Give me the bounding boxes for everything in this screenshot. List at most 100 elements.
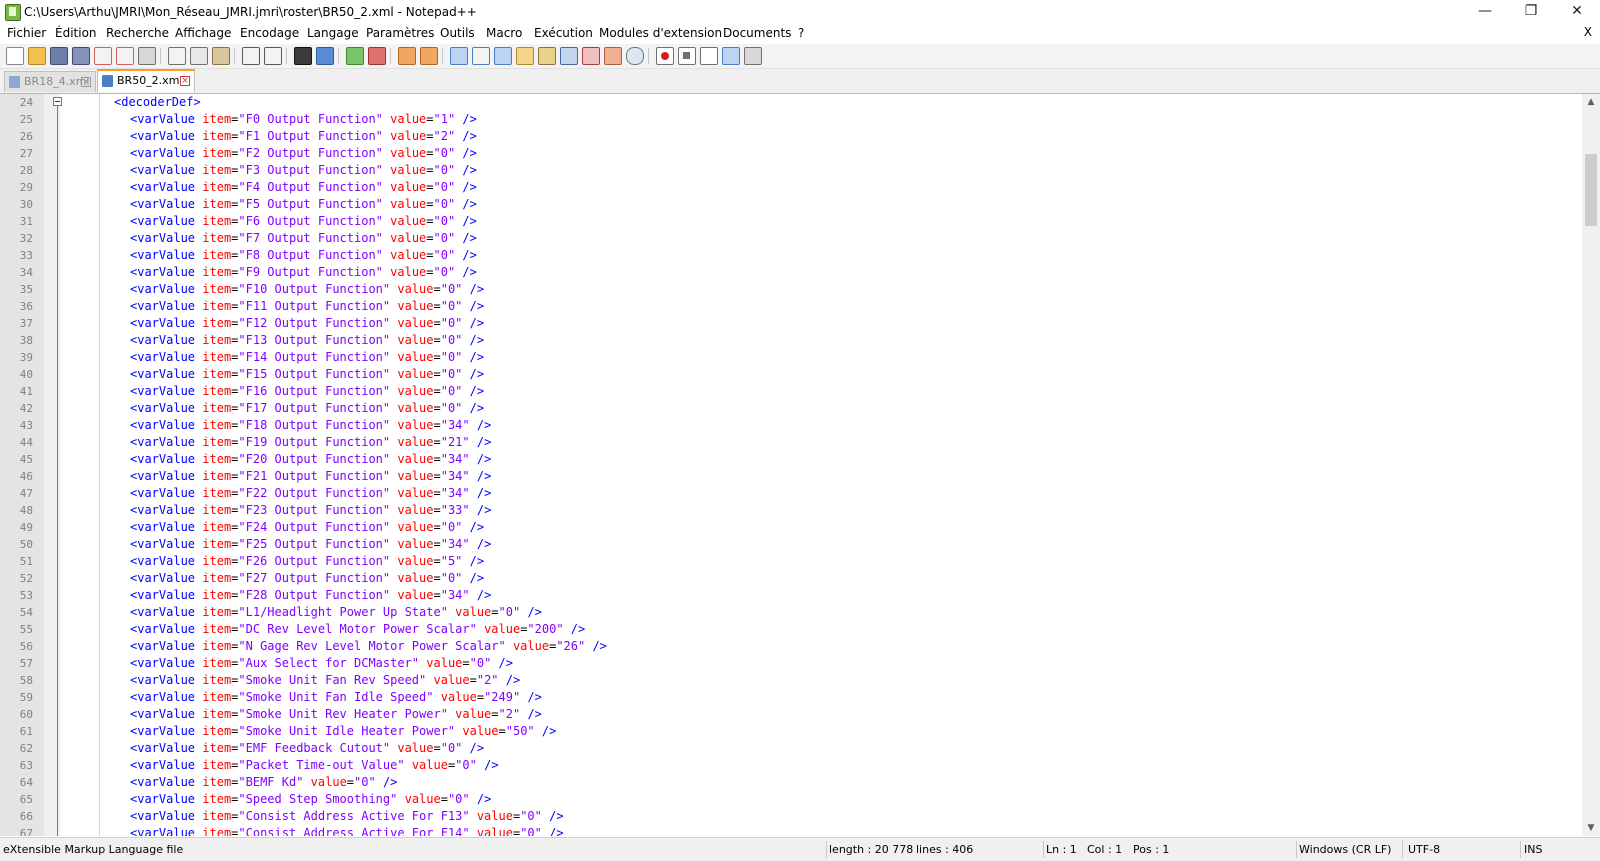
code-line[interactable]: 38 <varValue item = "F13 Output Function" v… [0, 332, 1582, 349]
print-icon[interactable] [138, 47, 156, 65]
find-icon[interactable] [294, 47, 312, 65]
close-window-button[interactable]: ✕ [1554, 0, 1600, 24]
code-line[interactable]: 54 <varValue item = "L1/Headlight Power Up … [0, 604, 1582, 621]
code-line[interactable]: 39 <varValue item = "F14 Output Function" v… [0, 349, 1582, 366]
code-line[interactable]: 53 <varValue item = "F28 Output Function" v… [0, 587, 1582, 604]
restore-button[interactable]: ❐ [1508, 0, 1554, 24]
code-line[interactable]: 42 <varValue item = "F17 Output Function" v… [0, 400, 1582, 417]
zoom-out-icon[interactable] [368, 47, 386, 65]
code-line[interactable]: 24 <decoderDef> [0, 94, 1582, 111]
code-line[interactable]: 28 <varValue item = "F3 Output Function" va… [0, 162, 1582, 179]
menu-fichier[interactable]: Fichier [7, 25, 46, 41]
sync-vertical-icon[interactable] [398, 47, 416, 65]
code-line[interactable]: 62 <varValue item = "EMF Feedback Cutout" v… [0, 740, 1582, 757]
user-language-icon[interactable] [516, 47, 534, 65]
tab-br18-4[interactable]: BR18_4.xml × [4, 71, 96, 92]
code-line[interactable]: 64 <varValue item="BEMF Kd" value="0" /> [0, 774, 1582, 791]
sync-horizontal-icon[interactable] [420, 47, 438, 65]
code-line[interactable]: 31 <varValue item = "F6 Output Function" va… [0, 213, 1582, 230]
code-line[interactable]: 60 <varValue item = "Smoke Unit Rev Heater … [0, 706, 1582, 723]
save-macro-icon[interactable] [744, 47, 762, 65]
zoom-in-icon[interactable] [346, 47, 364, 65]
code-editor[interactable]: 24 <decoderDef> 25 <varValue item = "F0 Outpu… [0, 94, 1600, 836]
code-line[interactable]: 45 <varValue item = "F20 Output Function" v… [0, 451, 1582, 468]
code-line[interactable]: 27 <varValue item = "F2 Output Function" va… [0, 145, 1582, 162]
code-line[interactable]: 67 <varValue item="Consist Address Active… [0, 825, 1582, 836]
code-line[interactable]: 32 <varValue item = "F7 Output Function" va… [0, 230, 1582, 247]
cut-icon[interactable] [168, 47, 186, 65]
code-line[interactable]: 63 <varValue item="Packet Time-out Value"… [0, 757, 1582, 774]
code-line[interactable]: 49 <varValue item = "F24 Output Function" v… [0, 519, 1582, 536]
redo-icon[interactable] [264, 47, 282, 65]
code-line[interactable]: 44 <varValue item = "F19 Output Function" v… [0, 434, 1582, 451]
show-all-chars-icon[interactable] [472, 47, 490, 65]
scroll-thumb[interactable] [1585, 154, 1597, 226]
record-macro-icon[interactable] [656, 47, 674, 65]
menu-help[interactable]: ? [798, 25, 804, 41]
menu-macro[interactable]: Macro [486, 25, 522, 41]
close-document-button[interactable]: X [1584, 25, 1592, 39]
minimize-button[interactable]: — [1462, 0, 1508, 24]
copy-icon[interactable] [190, 47, 208, 65]
menu-documents[interactable]: Documents [723, 25, 791, 41]
code-line[interactable]: 57 <varValue item = "Aux Select for DCMaste… [0, 655, 1582, 672]
code-line[interactable]: 52 <varValue item = "F27 Output Function" v… [0, 570, 1582, 587]
code-line[interactable]: 43 <varValue item = "F18 Output Function" v… [0, 417, 1582, 434]
run-macro-multiple-icon[interactable] [722, 47, 740, 65]
code-line[interactable]: 58 <varValue item = "Smoke Unit Fan Rev Spe… [0, 672, 1582, 689]
code-line[interactable]: 59 <varValue item = "Smoke Unit Fan Idle Sp… [0, 689, 1582, 706]
code-line[interactable]: 37 <varValue item = "F12 Output Function" v… [0, 315, 1582, 332]
menu-execution[interactable]: Exécution [534, 25, 593, 41]
tab-close-icon[interactable]: × [180, 76, 190, 86]
menu-modules[interactable]: Modules d'extension [599, 25, 722, 41]
menu-recherche[interactable]: Recherche [106, 25, 169, 41]
menu-langage[interactable]: Langage [307, 25, 359, 41]
tab-close-icon[interactable]: × [81, 77, 91, 87]
code-line[interactable]: 40 <varValue item = "F15 Output Function" v… [0, 366, 1582, 383]
indent-guide-icon[interactable] [494, 47, 512, 65]
stop-macro-icon[interactable] [678, 47, 696, 65]
code-line[interactable]: 33 <varValue item = "F8 Output Function" va… [0, 247, 1582, 264]
code-line[interactable]: 51 <varValue item = "F26 Output Function" v… [0, 553, 1582, 570]
menu-encodage[interactable]: Encodage [240, 25, 299, 41]
vertical-scrollbar[interactable]: ▲ ▼ [1582, 94, 1600, 836]
document-map-icon[interactable] [538, 47, 556, 65]
save-icon[interactable] [50, 47, 68, 65]
code-line[interactable]: 29 <varValue item = "F4 Output Function" va… [0, 179, 1582, 196]
code-line[interactable]: 41 <varValue item = "F16 Output Function" v… [0, 383, 1582, 400]
new-file-icon[interactable] [6, 47, 24, 65]
close-icon[interactable] [94, 47, 112, 65]
scroll-up-icon[interactable]: ▲ [1582, 94, 1600, 110]
play-macro-icon[interactable] [700, 47, 718, 65]
folder-workspace-icon[interactable] [582, 47, 600, 65]
menu-edition[interactable]: Édition [55, 25, 97, 41]
code-line[interactable]: 48 <varValue item = "F23 Output Function" v… [0, 502, 1582, 519]
code-line[interactable]: 36 <varValue item = "F11 Output Function" v… [0, 298, 1582, 315]
replace-icon[interactable] [316, 47, 334, 65]
code-line[interactable]: 35 <varValue item = "F10 Output Function" v… [0, 281, 1582, 298]
close-all-icon[interactable] [116, 47, 134, 65]
undo-icon[interactable] [242, 47, 260, 65]
save-all-icon[interactable] [72, 47, 90, 65]
code-line[interactable]: 55 <varValue item="DC Rev Level Motor Pow… [0, 621, 1582, 638]
scroll-down-icon[interactable]: ▼ [1582, 820, 1600, 836]
paste-icon[interactable] [212, 47, 230, 65]
eye-icon[interactable] [626, 47, 644, 65]
monitoring-icon[interactable] [604, 47, 622, 65]
code-line[interactable]: 26 <varValue item = "F1 Output Function" va… [0, 128, 1582, 145]
code-line[interactable]: 66 <varValue item="Consist Address Active… [0, 808, 1582, 825]
code-line[interactable]: 65 <varValue item = "Speed Step Smoothing" … [0, 791, 1582, 808]
tab-br50-2[interactable]: BR50_2.xml × [97, 69, 195, 92]
code-line[interactable]: 25 <varValue item = "F0 Output Function" va… [0, 111, 1582, 128]
open-file-icon[interactable] [28, 47, 46, 65]
menu-affichage[interactable]: Affichage [175, 25, 231, 41]
code-line[interactable]: 56 <varValue item="N Gage Rev Level Motor… [0, 638, 1582, 655]
code-line[interactable]: 47 <varValue item = "F22 Output Function" v… [0, 485, 1582, 502]
code-line[interactable]: 50 <varValue item = "F25 Output Function" v… [0, 536, 1582, 553]
function-list-icon[interactable] [560, 47, 578, 65]
word-wrap-icon[interactable] [450, 47, 468, 65]
code-line[interactable]: 46 <varValue item = "F21 Output Function" v… [0, 468, 1582, 485]
menu-outils[interactable]: Outils [440, 25, 475, 41]
menu-parametres[interactable]: Paramètres [366, 25, 434, 41]
code-line[interactable]: 34 <varValue item = "F9 Output Function" va… [0, 264, 1582, 281]
